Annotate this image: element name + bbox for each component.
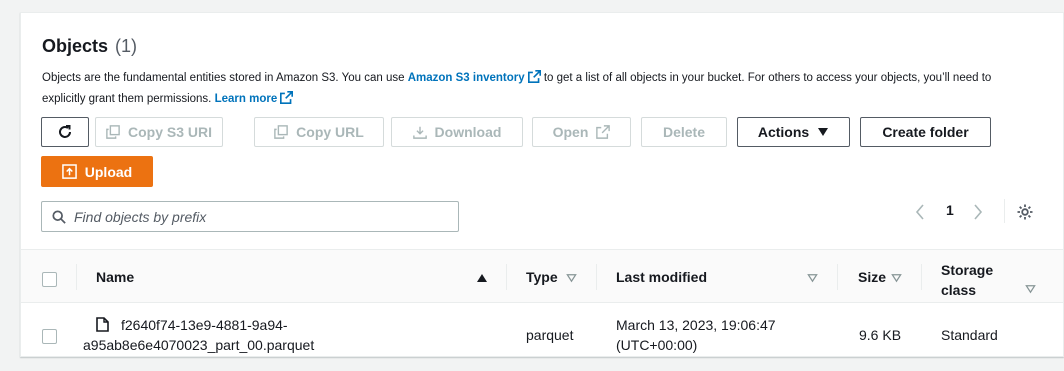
search-placeholder: Find objects by prefix xyxy=(74,208,207,225)
last-modified-line2: (UTC+00:00) xyxy=(616,337,698,353)
page-title: Objects (1) xyxy=(42,36,137,57)
column-type[interactable]: Type xyxy=(526,269,558,285)
upload-button[interactable]: Upload xyxy=(41,156,153,187)
external-link-icon xyxy=(596,125,611,139)
download-icon xyxy=(412,126,427,139)
object-name-line1: f2640f74-13e9-4881-9a94- xyxy=(121,317,288,333)
column-separator xyxy=(76,264,77,290)
chevron-left-icon[interactable] xyxy=(914,203,926,221)
download-label: Download xyxy=(434,124,502,140)
select-all-checkbox[interactable] xyxy=(42,272,57,287)
caret-down-icon xyxy=(818,128,829,136)
object-size: 9.6 KB xyxy=(859,327,902,343)
copy-url-label: Copy URL xyxy=(296,124,364,140)
column-separator xyxy=(921,264,922,290)
object-name-line2: a95ab8e6e4070023_part_00.parquet xyxy=(83,337,315,353)
copy-s3-uri-button[interactable]: Copy S3 URI xyxy=(95,117,223,147)
object-last-modified: March 13, 2023, 19:06:47 (UTC+00:00) xyxy=(616,315,776,355)
open-button[interactable]: Open xyxy=(532,117,631,147)
column-name[interactable]: Name xyxy=(96,269,134,285)
sort-down-icon[interactable] xyxy=(807,273,818,283)
sort-down-icon[interactable] xyxy=(891,273,902,283)
copy-s3-uri-label: Copy S3 URI xyxy=(127,124,212,140)
refresh-button[interactable] xyxy=(41,117,89,147)
gear-icon[interactable] xyxy=(1016,203,1034,221)
column-separator xyxy=(506,264,507,290)
create-folder-label: Create folder xyxy=(882,124,969,140)
download-button[interactable]: Download xyxy=(391,117,523,147)
copy-icon xyxy=(106,125,120,139)
objects-panel: Objects (1) Objects are the fundamental … xyxy=(20,12,1064,357)
upload-icon xyxy=(61,164,77,179)
sort-down-icon[interactable] xyxy=(1025,284,1036,294)
inventory-link-label: Amazon S3 inventory xyxy=(407,72,525,84)
column-last-modified[interactable]: Last modified xyxy=(616,269,707,285)
row-checkbox[interactable] xyxy=(42,329,57,344)
column-storage-class[interactable]: Storage class xyxy=(941,260,993,300)
object-name-link[interactable]: f2640f74-13e9-4881-9a94- xyxy=(121,315,288,335)
pager-divider xyxy=(1004,199,1005,223)
learn-more-label: Learn more xyxy=(214,93,278,105)
object-storage-class: Standard xyxy=(941,327,998,343)
table-header: Name Type Last modified Size Storage cla… xyxy=(21,249,1063,303)
object-count: (1) xyxy=(115,36,138,56)
search-input[interactable]: Find objects by prefix xyxy=(41,201,459,232)
copy-icon xyxy=(274,125,288,139)
create-folder-button[interactable]: Create folder xyxy=(860,117,991,147)
external-link-icon xyxy=(527,70,541,83)
description-text-1: Objects are the fundamental entities sto… xyxy=(42,72,405,84)
column-separator xyxy=(837,264,838,290)
open-label: Open xyxy=(552,124,589,140)
last-modified-line1: March 13, 2023, 19:06:47 xyxy=(616,317,776,333)
upload-label: Upload xyxy=(84,163,133,180)
object-type: parquet xyxy=(526,327,574,343)
sort-down-icon[interactable] xyxy=(566,273,577,283)
object-name-link-continued[interactable]: a95ab8e6e4070023_part_00.parquet xyxy=(83,335,314,355)
copy-url-button[interactable]: Copy URL xyxy=(254,117,384,147)
column-storage-class-line1: Storage xyxy=(941,262,994,278)
learn-more-link[interactable]: Learn more xyxy=(214,91,294,105)
actions-dropdown[interactable]: Actions xyxy=(737,117,850,147)
actions-label: Actions xyxy=(757,124,810,140)
chevron-right-icon[interactable] xyxy=(972,203,984,221)
description: Objects are the fundamental entities sto… xyxy=(42,68,1022,110)
refresh-icon xyxy=(59,125,71,138)
column-separator xyxy=(596,264,597,290)
search-icon xyxy=(52,209,66,224)
column-size[interactable]: Size xyxy=(858,269,886,285)
external-link-icon xyxy=(280,91,294,104)
sort-up-icon[interactable] xyxy=(476,273,488,283)
delete-label: Delete xyxy=(662,124,706,140)
title-text: Objects xyxy=(42,36,109,56)
inventory-link[interactable]: Amazon S3 inventory xyxy=(407,70,541,84)
page-number[interactable]: 1 xyxy=(946,202,954,218)
file-icon xyxy=(96,317,109,332)
column-storage-class-line2: class xyxy=(941,282,977,298)
delete-button[interactable]: Delete xyxy=(641,117,727,147)
